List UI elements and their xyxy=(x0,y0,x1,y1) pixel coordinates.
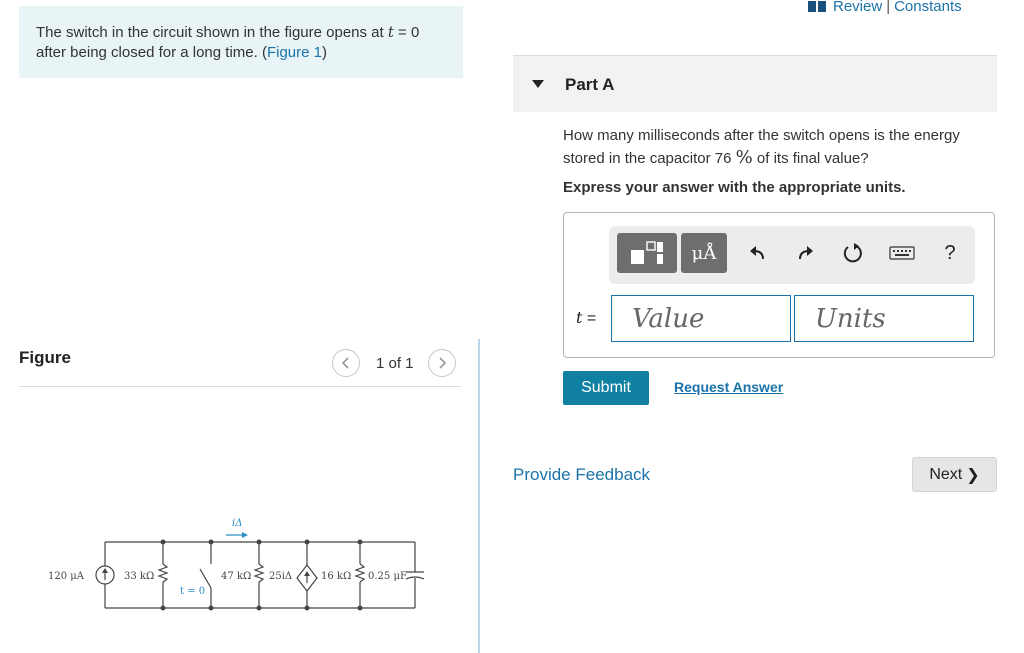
current-label: iΔ xyxy=(232,518,242,529)
instruction-text: Express your answer with the appropriate… xyxy=(563,179,906,196)
answer-variable-label: t = xyxy=(576,308,597,327)
request-answer-link[interactable]: Request Answer xyxy=(674,379,783,395)
dependent-source-label: 25iΔ xyxy=(269,571,292,582)
r3-label: 16 kΩ xyxy=(321,571,351,582)
chevron-right-icon xyxy=(438,357,446,369)
units-button[interactable]: μÅ xyxy=(681,233,727,273)
undo-icon xyxy=(750,246,764,260)
r1-label: 33 kΩ xyxy=(124,571,154,582)
units-input[interactable] xyxy=(794,295,974,342)
figure-divider xyxy=(19,386,461,387)
next-button[interactable]: Next ❯ xyxy=(912,457,997,492)
switch-label: t = 0 xyxy=(180,586,205,597)
source-current-label: 120 μA xyxy=(48,571,85,582)
figure-pager: 1 of 1 xyxy=(332,349,456,377)
chevron-right-icon: ❯ xyxy=(966,466,980,484)
capacitor-label: 0.25 μF xyxy=(368,571,407,582)
review-link[interactable]: Review xyxy=(833,0,882,15)
figure-link[interactable]: Figure 1 xyxy=(267,44,322,61)
value-input[interactable] xyxy=(611,295,791,342)
keyboard-icon xyxy=(889,246,915,260)
circuit-diagram: 120 μA 33 kΩ t = 0 iΔ 47 kΩ 25iΔ 16 kΩ 0… xyxy=(48,518,425,611)
review-constants: Review | Constants xyxy=(808,0,962,15)
constants-link[interactable]: Constants xyxy=(894,0,962,15)
keyboard-button[interactable] xyxy=(885,233,919,273)
templates-button[interactable] xyxy=(617,233,677,273)
submit-button[interactable]: Submit xyxy=(563,371,649,405)
figure-label: Figure xyxy=(19,348,71,367)
reset-icon xyxy=(843,243,862,263)
book-icon xyxy=(808,1,826,12)
math-toolbar: μÅ ? xyxy=(609,226,975,284)
redo-button[interactable] xyxy=(791,233,821,273)
panel-divider xyxy=(478,339,480,653)
provide-feedback-link[interactable]: Provide Feedback xyxy=(513,465,650,485)
question-text: How many milliseconds after the switch o… xyxy=(563,127,960,168)
problem-statement: The switch in the circuit shown in the f… xyxy=(36,23,420,61)
part-title: Part A xyxy=(565,75,615,94)
undo-button[interactable] xyxy=(742,233,772,273)
redo-icon xyxy=(799,246,813,260)
next-figure-button[interactable] xyxy=(427,349,456,377)
chevron-left-icon xyxy=(341,357,349,369)
reset-button[interactable] xyxy=(838,233,868,273)
prev-figure-button[interactable] xyxy=(332,349,360,377)
help-button[interactable]: ? xyxy=(935,233,965,273)
pager-text: 1 of 1 xyxy=(376,354,414,372)
r2-label: 47 kΩ xyxy=(221,571,251,582)
link-separator: | xyxy=(886,0,891,15)
caret-down-icon[interactable] xyxy=(532,80,544,88)
templates-icon xyxy=(631,241,663,264)
